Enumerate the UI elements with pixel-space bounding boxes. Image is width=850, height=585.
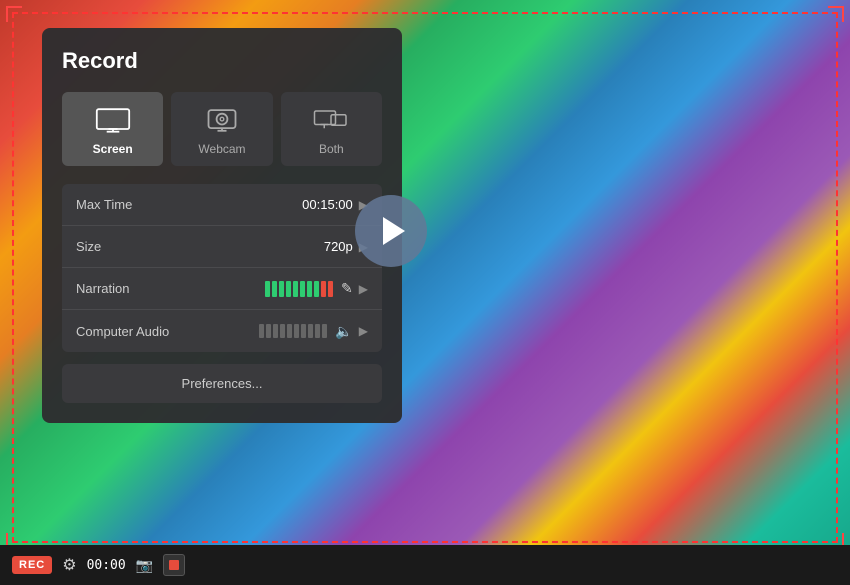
audio-arrow[interactable]: ▶ bbox=[359, 324, 368, 338]
computer-audio-bars bbox=[259, 324, 327, 338]
gray-bar-5 bbox=[287, 324, 292, 338]
max-time-label: Max Time bbox=[76, 197, 196, 212]
max-time-value: 00:15:00 bbox=[302, 197, 353, 212]
corner-tr bbox=[828, 6, 844, 22]
both-icon bbox=[313, 106, 349, 134]
camera-button[interactable]: 📷 bbox=[136, 557, 153, 574]
mode-both-button[interactable]: Both bbox=[281, 92, 382, 166]
speaker-icon[interactable]: 🔈 bbox=[335, 323, 352, 340]
screen-icon bbox=[95, 106, 131, 134]
gray-bar-3 bbox=[273, 324, 278, 338]
webcam-label: Webcam bbox=[198, 142, 245, 156]
gray-bar-8 bbox=[308, 324, 313, 338]
mic-icon[interactable]: ✎ bbox=[341, 280, 353, 297]
webcam-icon bbox=[204, 106, 240, 134]
gray-bar-4 bbox=[280, 324, 285, 338]
settings-section: Max Time 00:15:00 ▶ Size 720p ▶ Narratio… bbox=[62, 184, 382, 352]
gear-icon: ⚙ bbox=[62, 555, 76, 575]
size-row: Size 720p ▶ bbox=[62, 226, 382, 268]
bar-9 bbox=[321, 281, 326, 297]
bar-10 bbox=[328, 281, 333, 297]
mode-webcam-button[interactable]: Webcam bbox=[171, 92, 272, 166]
size-label: Size bbox=[76, 239, 196, 254]
bottom-toolbar: REC ⚙ 00:00 📷 bbox=[0, 545, 850, 585]
bar-2 bbox=[272, 281, 277, 297]
stop-button[interactable] bbox=[163, 554, 185, 576]
rec-badge: REC bbox=[12, 556, 52, 574]
narration-bars bbox=[265, 281, 333, 297]
play-triangle-icon bbox=[383, 217, 405, 245]
max-time-row: Max Time 00:15:00 ▶ bbox=[62, 184, 382, 226]
gear-button[interactable]: ⚙ bbox=[62, 555, 76, 575]
gray-bar-7 bbox=[301, 324, 306, 338]
mode-selector: Screen Webcam Both bbox=[62, 92, 382, 166]
preferences-button[interactable]: Preferences... bbox=[62, 364, 382, 403]
corner-tl bbox=[6, 6, 22, 22]
gray-bar-9 bbox=[315, 324, 320, 338]
screen-label: Screen bbox=[93, 142, 133, 156]
bar-3 bbox=[279, 281, 284, 297]
bar-5 bbox=[293, 281, 298, 297]
timer-display: 00:00 bbox=[87, 558, 126, 573]
bar-7 bbox=[307, 281, 312, 297]
computer-audio-label: Computer Audio bbox=[76, 324, 196, 339]
both-label: Both bbox=[319, 142, 344, 156]
panel-title: Record bbox=[62, 48, 382, 74]
mode-screen-button[interactable]: Screen bbox=[62, 92, 163, 166]
computer-audio-row: Computer Audio 🔈 ▶ bbox=[62, 310, 382, 352]
bar-1 bbox=[265, 281, 270, 297]
gray-bar-10 bbox=[322, 324, 327, 338]
stop-icon bbox=[169, 560, 179, 570]
record-panel: Record Screen Webcam bbox=[42, 28, 402, 423]
gray-bar-6 bbox=[294, 324, 299, 338]
narration-arrow[interactable]: ▶ bbox=[359, 282, 368, 296]
narration-row: Narration ✎ ▶ bbox=[62, 268, 382, 310]
bar-6 bbox=[300, 281, 305, 297]
camera-icon: 📷 bbox=[136, 557, 153, 573]
gray-bar-2 bbox=[266, 324, 271, 338]
size-value: 720p bbox=[324, 239, 353, 254]
bar-4 bbox=[286, 281, 291, 297]
narration-label: Narration bbox=[76, 281, 196, 296]
play-button[interactable] bbox=[355, 195, 427, 267]
bar-8 bbox=[314, 281, 319, 297]
gray-bar-1 bbox=[259, 324, 264, 338]
